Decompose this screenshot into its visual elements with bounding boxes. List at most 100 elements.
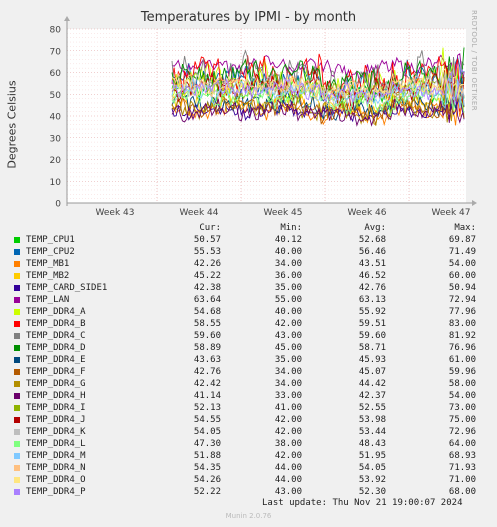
legend-max-value: 50.94 xyxy=(448,283,476,293)
legend-min-value: 45.00 xyxy=(274,343,302,353)
legend-avg-value: 45.07 xyxy=(358,367,386,377)
legend-cur-value: 54.55 xyxy=(193,415,221,425)
legend-series-name: TEMP_DDR4_K xyxy=(26,427,86,437)
x-tick-label: Week 46 xyxy=(348,208,387,215)
legend-min-value: 35.00 xyxy=(274,355,302,365)
legend-row: TEMP_DDR4_F 42.76 34.00 45.07 59.96 xyxy=(14,366,494,378)
legend-series-name: TEMP_DDR4_A xyxy=(26,307,86,317)
legend-series-name: TEMP_DDR4_B xyxy=(26,319,86,329)
legend-cur-value: 58.55 xyxy=(193,319,221,329)
temperature-chart: 0 10 20 30 40 50 60 70 80 Week 43 Week 44 Week 45 We… xyxy=(50,16,477,215)
legend-avg-value: 51.95 xyxy=(358,451,386,461)
legend-row: TEMP_DDR4_I 52.13 41.00 52.55 73.00 xyxy=(14,402,494,414)
legend-min-value: 44.00 xyxy=(274,475,302,485)
legend-min-value: 40.00 xyxy=(274,307,302,317)
legend-series-name: TEMP_DDR4_O xyxy=(26,475,86,485)
legend-row: TEMP_CPU2 55.53 40.00 56.46 71.49 xyxy=(14,246,494,258)
legend-avg-value: 59.60 xyxy=(358,331,386,341)
legend-series-name: TEMP_MB1 xyxy=(26,259,70,269)
header-avg: Avg: xyxy=(364,223,386,233)
legend-cur-value: 42.38 xyxy=(193,283,221,293)
legend-row: TEMP_DDR4_G 42.42 34.00 44.42 58.00 xyxy=(14,378,494,390)
legend-cur-value: 58.89 xyxy=(193,343,221,353)
legend-cur-value: 42.76 xyxy=(193,367,221,377)
legend-row: TEMP_DDR4_E 43.63 35.00 45.93 61.00 xyxy=(14,354,494,366)
legend-table: Cur: Min: Avg: Max: TEMP_CPU1 50.57 40.12 5… xyxy=(14,222,494,498)
legend-swatch xyxy=(14,249,20,255)
legend-avg-value: 63.13 xyxy=(358,295,386,305)
legend-swatch xyxy=(14,333,20,339)
legend-min-value: 40.00 xyxy=(274,247,302,257)
legend-max-value: 54.00 xyxy=(448,259,476,269)
legend-min-value: 43.00 xyxy=(274,487,302,497)
legend-max-value: 72.94 xyxy=(448,295,476,305)
legend-swatch xyxy=(14,321,20,327)
legend-avg-value: 53.92 xyxy=(358,475,386,485)
x-tick-label: Week 43 xyxy=(96,208,135,215)
legend-row: TEMP_DDR4_L 47.30 38.00 48.43 64.00 xyxy=(14,438,494,450)
y-tick-label: 50 xyxy=(50,91,62,101)
legend-swatch xyxy=(14,429,20,435)
legend-min-value: 44.00 xyxy=(274,463,302,473)
legend-series-name: TEMP_DDR4_I xyxy=(26,403,86,413)
legend-series-name: TEMP_DDR4_D xyxy=(26,343,86,353)
legend-swatch xyxy=(14,489,20,495)
legend-max-value: 81.92 xyxy=(448,331,476,341)
legend-cur-value: 54.68 xyxy=(193,307,221,317)
legend-cur-value: 41.14 xyxy=(193,391,221,401)
y-axis-arrow xyxy=(64,16,70,21)
legend-series-name: TEMP_DDR4_G xyxy=(26,379,86,389)
legend-cur-value: 63.64 xyxy=(193,295,221,305)
legend-max-value: 75.00 xyxy=(448,415,476,425)
x-tick-label: Week 45 xyxy=(264,208,303,215)
legend-avg-value: 55.92 xyxy=(358,307,386,317)
legend-min-value: 42.00 xyxy=(274,451,302,461)
legend-cur-value: 54.05 xyxy=(193,427,221,437)
legend-avg-value: 42.37 xyxy=(358,391,386,401)
legend-cur-value: 45.22 xyxy=(193,271,221,281)
legend-avg-value: 52.30 xyxy=(358,487,386,497)
legend-swatch xyxy=(14,465,20,471)
legend-series-name: TEMP_DDR4_L xyxy=(26,439,86,449)
legend-row: TEMP_MB2 45.22 36.00 46.52 60.00 xyxy=(14,270,494,282)
legend-series-name: TEMP_DDR4_C xyxy=(26,331,86,341)
legend-swatch xyxy=(14,477,20,483)
legend-swatch xyxy=(14,261,20,267)
legend-series-name: TEMP_CPU2 xyxy=(26,247,75,257)
legend-min-value: 43.00 xyxy=(274,331,302,341)
legend-series-name: TEMP_DDR4_J xyxy=(26,415,86,425)
y-tick-label: 80 xyxy=(50,26,62,36)
munin-version: Munin 2.0.76 xyxy=(225,512,272,520)
legend-row: TEMP_DDR4_J 54.55 42.00 53.98 75.00 xyxy=(14,414,494,426)
legend-series-name: TEMP_DDR4_H xyxy=(26,391,86,401)
legend-swatch xyxy=(14,393,20,399)
header-min: Min: xyxy=(280,223,302,233)
legend-row: TEMP_DDR4_D 58.89 45.00 58.71 76.96 xyxy=(14,342,494,354)
legend-min-value: 38.00 xyxy=(274,439,302,449)
legend-cur-value: 51.88 xyxy=(193,451,221,461)
legend-swatch xyxy=(14,405,20,411)
legend-max-value: 64.00 xyxy=(448,439,476,449)
legend-avg-value: 54.05 xyxy=(358,463,386,473)
legend-swatch xyxy=(14,417,20,423)
legend-cur-value: 59.60 xyxy=(193,331,221,341)
x-tick-label: Week 47 xyxy=(432,208,471,215)
legend-swatch xyxy=(14,357,20,363)
legend-swatch xyxy=(14,381,20,387)
legend-row: TEMP_CARD_SIDE1 42.38 35.00 42.76 50.94 xyxy=(14,282,494,294)
legend-series-name: TEMP_MB2 xyxy=(26,271,70,281)
legend-avg-value: 48.43 xyxy=(358,439,386,449)
legend-avg-value: 42.76 xyxy=(358,283,386,293)
legend-row: TEMP_DDR4_P 52.22 43.00 52.30 68.00 xyxy=(14,486,494,498)
legend-avg-value: 43.51 xyxy=(358,259,386,269)
x-axis-arrow xyxy=(472,200,477,206)
legend-max-value: 72.96 xyxy=(448,427,476,437)
legend-cur-value: 54.35 xyxy=(193,463,221,473)
legend-cur-value: 52.22 xyxy=(193,487,221,497)
legend-swatch xyxy=(14,273,20,279)
legend-avg-value: 46.52 xyxy=(358,271,386,281)
x-tick-label: Week 44 xyxy=(180,208,219,215)
legend-avg-value: 58.71 xyxy=(358,343,386,353)
legend-row: TEMP_DDR4_H 41.14 33.00 42.37 54.00 xyxy=(14,390,494,402)
legend-series-name: TEMP_DDR4_P xyxy=(26,487,86,497)
